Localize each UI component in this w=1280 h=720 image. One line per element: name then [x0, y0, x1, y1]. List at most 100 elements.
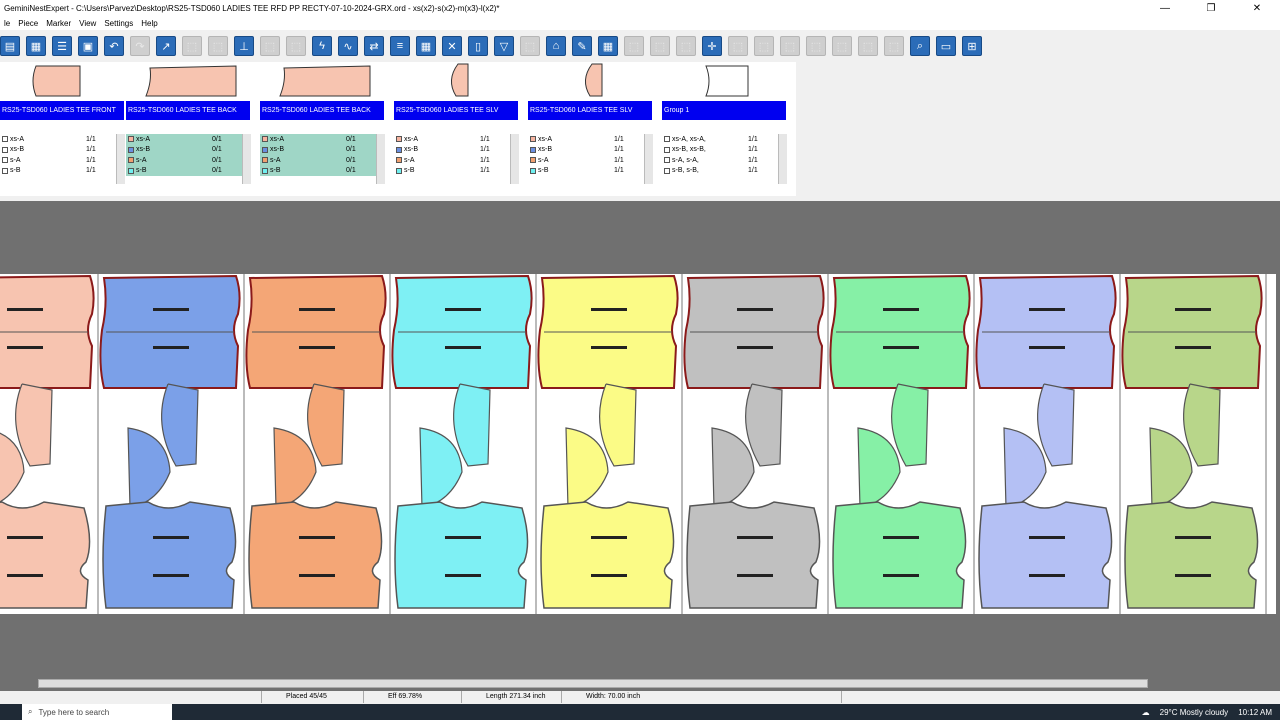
marker-column[interactable] [975, 274, 1121, 614]
table-icon[interactable]: ▦ [598, 36, 618, 56]
size-row[interactable]: xs-A 0/1 [126, 134, 250, 145]
size-list-scrollbar[interactable] [116, 134, 125, 184]
tool-icon[interactable]: ⬚ [676, 36, 696, 56]
marker-column[interactable] [1121, 274, 1267, 614]
marker-column[interactable] [99, 274, 245, 614]
tool-icon[interactable]: ⬚ [754, 36, 774, 56]
grid-icon[interactable]: ▦ [416, 36, 436, 56]
size-row[interactable]: s-B 1/1 [0, 165, 124, 176]
menu-settings[interactable]: Settings [100, 19, 137, 28]
home-icon[interactable]: ⌂ [546, 36, 566, 56]
size-list-scrollbar[interactable] [376, 134, 385, 184]
tool-icon[interactable]: ⬚ [520, 36, 540, 56]
size-row[interactable]: xs-A 0/1 [260, 134, 384, 145]
piece-name[interactable]: Group 1 [662, 101, 786, 120]
size-row[interactable]: xs-A 1/1 [0, 134, 124, 145]
size-row[interactable]: s-A 1/1 [394, 155, 518, 166]
crosshair-icon[interactable]: ✛ [702, 36, 722, 56]
size-row[interactable]: xs-A 1/1 [394, 134, 518, 145]
piece-card[interactable]: RS25-TSD060 LADIES TEE BACK xs-A 0/1 xs-B 0/… [260, 62, 394, 252]
size-row[interactable]: xs-B 0/1 [260, 144, 384, 155]
tool-icon[interactable]: ⬚ [208, 36, 228, 56]
marker-column[interactable] [537, 274, 683, 614]
tool-icon[interactable]: ⬚ [182, 36, 202, 56]
size-row[interactable]: s-B 0/1 [126, 165, 250, 176]
size-row[interactable]: s-B, s-B, 1/1 [662, 165, 786, 176]
menu-file[interactable]: le [0, 19, 14, 28]
piece-name[interactable]: RS25-TSD060 LADIES TEE FRONT [0, 101, 124, 120]
piece-thumbnail[interactable] [528, 62, 652, 100]
piece-thumbnail[interactable] [394, 62, 518, 100]
restore-button[interactable]: ❐ [1188, 0, 1234, 16]
marker-column[interactable] [391, 274, 537, 614]
stamp-icon[interactable]: ⊥ [234, 36, 254, 56]
tool-icon[interactable]: ⬚ [858, 36, 878, 56]
list-icon[interactable]: ☰ [52, 36, 72, 56]
redo-icon[interactable]: ↷ [130, 36, 150, 56]
wrench-icon[interactable]: ✎ [572, 36, 592, 56]
menu-view[interactable]: View [75, 19, 100, 28]
weather-icon[interactable]: ☁ [1142, 708, 1150, 717]
rows-icon[interactable]: ≡ [390, 36, 410, 56]
piece-card[interactable]: RS25-TSD060 LADIES TEE SLV xs-A 1/1 xs-B 1/1… [528, 62, 662, 252]
zoom-icon[interactable]: ⌕ [910, 36, 930, 56]
weather-text[interactable]: 29°C Mostly cloudy [1160, 708, 1229, 717]
menu-help[interactable]: Help [137, 19, 161, 28]
size-row[interactable]: s-B 0/1 [260, 165, 384, 176]
piece-name[interactable]: RS25-TSD060 LADIES TEE SLV [528, 101, 652, 120]
piece-thumbnail[interactable] [662, 62, 786, 100]
size-row[interactable]: xs-B 1/1 [394, 144, 518, 155]
size-list-scrollbar[interactable] [242, 134, 251, 184]
piece-name[interactable]: RS25-TSD060 LADIES TEE BACK [126, 101, 250, 120]
size-row[interactable]: xs-B 1/1 [0, 144, 124, 155]
piece-card[interactable]: RS25-TSD060 LADIES TEE SLV xs-A 1/1 xs-B 1/1… [394, 62, 528, 252]
size-list-scrollbar[interactable] [510, 134, 519, 184]
tool-icon[interactable]: ⬚ [780, 36, 800, 56]
size-row[interactable]: xs-B 1/1 [528, 144, 652, 155]
piece-thumbnail[interactable] [126, 62, 250, 100]
piece-thumbnail[interactable] [0, 62, 124, 100]
tool-icon[interactable]: ⬚ [884, 36, 904, 56]
size-row[interactable]: xs-B, xs-B, 1/1 [662, 144, 786, 155]
piece-card[interactable]: RS25-TSD060 LADIES TEE BACK xs-A 0/1 xs-B 0/… [126, 62, 260, 252]
tool-icon[interactable]: ⬚ [806, 36, 826, 56]
marker-sheet[interactable] [0, 274, 1276, 614]
size-row[interactable]: s-B 1/1 [528, 165, 652, 176]
ruler-icon[interactable]: ⊞ [962, 36, 982, 56]
fit-icon[interactable]: ▭ [936, 36, 956, 56]
move-icon[interactable]: ↗ [156, 36, 176, 56]
marker-column[interactable] [829, 274, 975, 614]
open-icon[interactable]: ▤ [0, 36, 20, 56]
close-button[interactable]: ✕ [1234, 0, 1280, 16]
size-row[interactable]: s-A 0/1 [126, 155, 250, 166]
marker-column[interactable] [0, 274, 99, 614]
tool-icon[interactable]: ⬚ [286, 36, 306, 56]
piece-thumbnail[interactable] [260, 62, 384, 100]
size-row[interactable]: s-A, s-A, 1/1 [662, 155, 786, 166]
capsule-icon[interactable]: ▯ [468, 36, 488, 56]
minimize-button[interactable]: — [1142, 0, 1188, 16]
size-row[interactable]: xs-A 1/1 [528, 134, 652, 145]
piece-card[interactable]: RS25-TSD060 LADIES TEE FRONT xs-A 1/1 xs-B 1… [0, 62, 134, 252]
clock[interactable]: 10:12 AM [1238, 708, 1272, 717]
folder-icon[interactable]: ▦ [26, 36, 46, 56]
tool-icon[interactable]: ⬚ [832, 36, 852, 56]
size-row[interactable]: xs-B 0/1 [126, 144, 250, 155]
undo-icon[interactable]: ↶ [104, 36, 124, 56]
tool-icon[interactable]: ⬚ [260, 36, 280, 56]
marker-column[interactable] [683, 274, 829, 614]
tool-icon[interactable]: ⬚ [650, 36, 670, 56]
size-row[interactable]: s-B 1/1 [394, 165, 518, 176]
piece-name[interactable]: RS25-TSD060 LADIES TEE SLV [394, 101, 518, 120]
size-list-scrollbar[interactable] [778, 134, 787, 184]
search-input[interactable]: ⌕ Type here to search [22, 704, 172, 720]
nest-layout[interactable] [0, 274, 1276, 614]
piece-card[interactable]: Group 1 xs-A, xs-A, 1/1 xs-B, xs-B, 1/1 s-A, … [662, 62, 796, 252]
horizontal-scrollbar[interactable] [38, 679, 1148, 688]
menu-marker[interactable]: Marker [42, 19, 75, 28]
menu-piece[interactable]: Piece [14, 19, 42, 28]
marker-column[interactable] [245, 274, 391, 614]
size-row[interactable]: s-A 0/1 [260, 155, 384, 166]
size-list-scrollbar[interactable] [644, 134, 653, 184]
tool-icon[interactable]: ⬚ [728, 36, 748, 56]
